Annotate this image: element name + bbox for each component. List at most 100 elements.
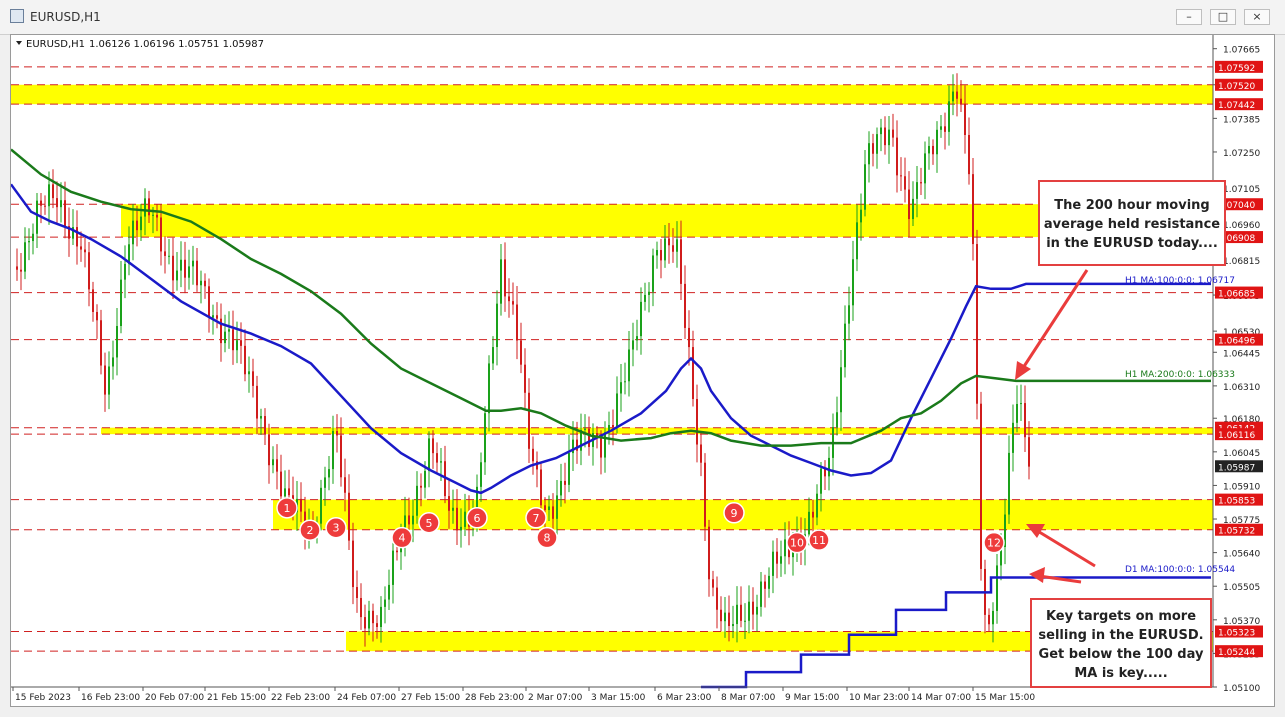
candle-body [120,279,122,327]
window-title: EURUSD,H1 [30,10,101,24]
candle-body [276,459,278,472]
callout-targets-line-3: Get below the 100 day [1039,647,1204,662]
candle-body [584,428,586,430]
x-tick-label: 16 Feb 23:00 [81,693,140,703]
chart-canvas[interactable]: 1.07665 1.07520 1.07385 1.07250 1.07105 1.069… [11,35,1274,706]
candle-body [884,127,886,146]
price-label: 1.06685 [1218,290,1255,300]
candle-body [936,129,938,155]
candle-body [840,367,842,413]
candle-body [116,326,118,358]
candle-body [132,220,134,245]
y-tick-label: 1.06960 [1223,221,1260,231]
candle-body [124,263,126,280]
price-label: 1.05987 [1218,463,1255,473]
candle-body [156,214,158,218]
candle-body [724,612,726,622]
candle-body [64,200,66,227]
y-tick-label: 1.07385 [1223,115,1260,125]
candle-body [644,294,646,302]
candle-body [816,493,818,518]
price-label: 1.05323 [1218,629,1255,639]
candle-body [428,438,430,471]
candle-body [668,238,670,246]
candle-body [1020,403,1022,405]
candle-body [200,280,202,286]
candle-body [636,336,638,341]
candle-body [136,220,138,231]
price-axis: 1.07665 1.07520 1.07385 1.07250 1.07105 1.069… [1212,35,1263,694]
callout-targets-line-2: selling in the EURUSD. [1038,628,1203,643]
candle-body [248,371,250,375]
marker-label: 1 [284,502,291,515]
candle-body [496,303,498,348]
x-tick-label: 2 Mar 07:00 [528,693,583,703]
candle-body [808,511,810,535]
candle-body [716,587,718,610]
candle-body [624,381,626,383]
candle-body [508,296,510,302]
ma100-h1-label: H1 MA:100:0:0: 1.06717 [1125,276,1235,286]
chart-header: EURUSD,H1 1.06126 1.06196 1.05751 1.0598… [16,39,264,50]
candle-body [280,471,282,497]
callout-targets-line-4: MA is key..... [1074,666,1167,681]
marker-label: 3 [333,522,340,535]
candle-body [448,496,450,511]
candle-body [560,480,562,496]
price-label: 1.07592 [1218,64,1255,74]
y-tick-label: 1.06310 [1223,383,1260,393]
candle-body [1024,403,1026,438]
candle-body [996,565,998,611]
candle-body [432,438,434,454]
candle-body [908,189,910,220]
candle-body [252,371,254,386]
candle-body [236,340,238,351]
candle-body [1008,452,1010,515]
candle-body [836,412,838,428]
candle-body [152,214,154,216]
candle-body [336,431,338,436]
candle-body [756,606,758,615]
candle-body [196,260,198,286]
candle-body [40,200,42,206]
candle-body [484,413,486,463]
x-tick-label: 21 Feb 15:00 [207,693,266,703]
candle-body [524,364,526,393]
chart-area[interactable]: 1.07665 1.07520 1.07385 1.07250 1.07105 1.069… [10,34,1275,707]
symbol-header: EURUSD,H1 [26,39,85,50]
candle-body [368,610,370,629]
candle-body [44,205,46,207]
candle-body [520,340,522,365]
candle-body [552,506,554,519]
x-tick-label: 28 Feb 23:00 [465,693,524,703]
candle-body [900,175,902,177]
candle-body [564,480,566,485]
candle-body [224,331,226,344]
close-button[interactable]: × [1244,9,1270,25]
marker-label: 2 [307,524,314,537]
candle-body [420,485,422,488]
candle-body [76,227,78,247]
candle-body [820,468,822,494]
candle-body [616,393,618,427]
candle-body [100,320,102,366]
y-tick-label: 1.05370 [1223,617,1260,627]
candle-body [812,511,814,518]
price-label: 1.06496 [1218,337,1255,347]
candle-body [628,349,630,382]
candle-body [268,434,270,466]
candle-body [532,448,534,462]
candle-body [780,556,782,564]
candle-body [80,246,82,250]
candle-body [332,431,334,470]
candle-body [16,266,18,270]
candle-body [940,126,942,130]
candle-body [160,217,162,252]
candle-body [260,416,262,419]
candle-body [452,507,454,511]
candle-body [620,382,622,394]
y-tick-label: 1.05640 [1223,550,1260,560]
minimize-button[interactable]: – [1176,9,1202,25]
maximize-button[interactable]: □ [1210,9,1236,25]
candle-body [912,198,914,220]
